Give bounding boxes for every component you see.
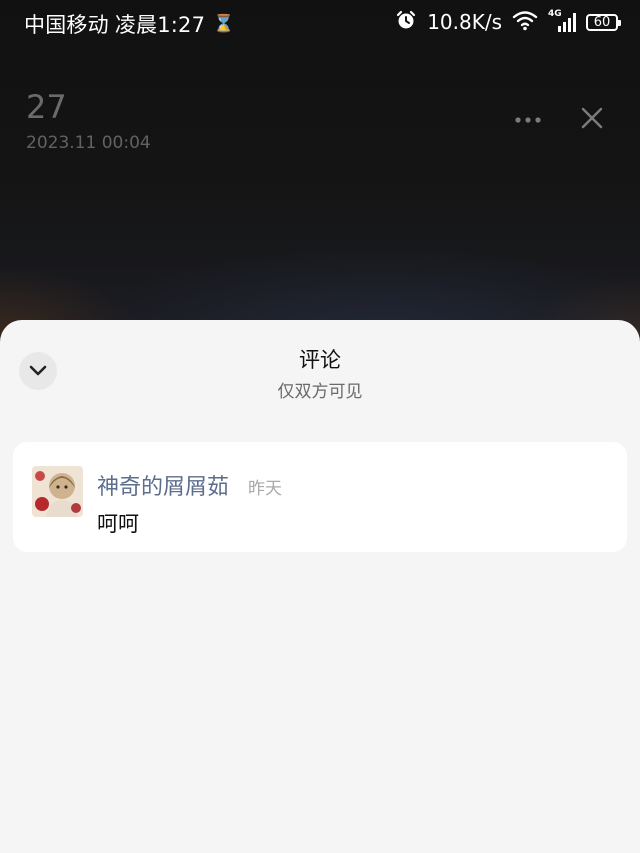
- close-icon: [581, 107, 603, 133]
- comment-author[interactable]: 神奇的屑屑茹: [97, 469, 229, 501]
- battery-icon: 60: [586, 13, 621, 31]
- sheet-subtitle: 仅双方可见: [277, 382, 363, 402]
- date-label: 2023.11 00:04: [26, 133, 151, 153]
- comment-text: 呵呵: [97, 512, 139, 536]
- close-button[interactable]: [571, 99, 613, 141]
- comments-sheet: 评论 仅双方可见 神奇的屑屑茹 昨天 呵呵: [0, 320, 640, 853]
- clock-label: 凌晨1:27: [114, 13, 206, 37]
- sheet-title: 评论: [299, 348, 341, 372]
- status-bar-right: 10.8K/s 4G 60: [395, 9, 621, 36]
- status-bar-left: 中国移动 凌晨1:27 ⌛: [24, 9, 235, 39]
- more-button[interactable]: [505, 103, 551, 133]
- avatar[interactable]: [32, 466, 83, 517]
- background-gradient: [0, 0, 640, 340]
- comment-item[interactable]: 神奇的屑屑茹 昨天 呵呵: [13, 442, 627, 552]
- hourglass-icon: ⌛: [213, 14, 235, 34]
- comment-time: 昨天: [248, 479, 282, 499]
- carrier-label: 中国移动: [24, 13, 109, 37]
- screen: 中国移动 凌晨1:27 ⌛ 10.8K/s 4G 60 27 2023.11 0…: [0, 0, 640, 853]
- network-speed-label: 10.8K/s: [427, 10, 502, 34]
- wifi-icon: [512, 9, 538, 36]
- day-label: 27: [26, 88, 67, 126]
- battery-level: 60: [593, 14, 611, 30]
- signal-icon: 4G: [548, 9, 576, 33]
- more-icon: [514, 109, 542, 128]
- status-bar: 中国移动 凌晨1:27 ⌛ 10.8K/s 4G 60: [0, 0, 640, 44]
- alarm-icon: [395, 9, 417, 36]
